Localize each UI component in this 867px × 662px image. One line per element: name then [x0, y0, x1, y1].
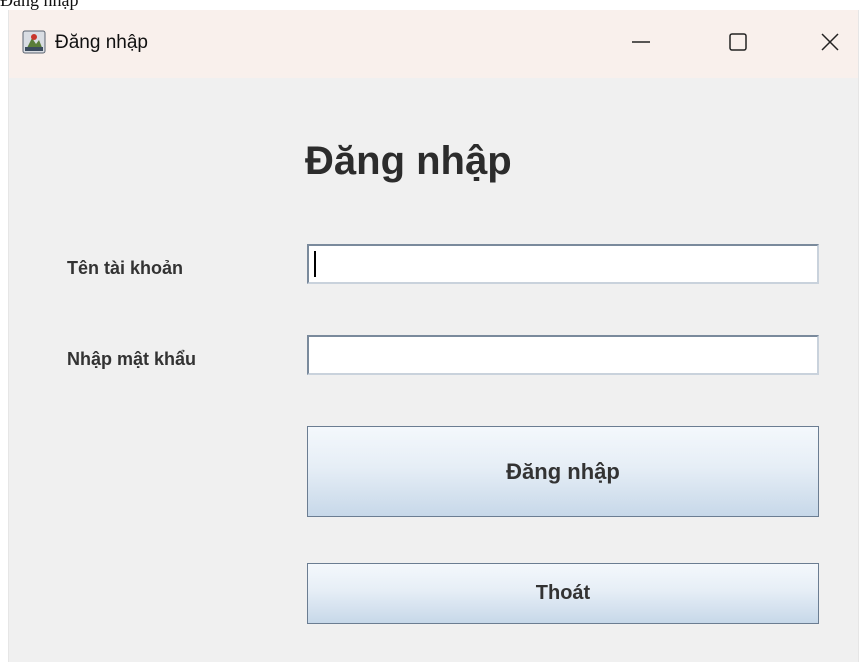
text-caret	[314, 251, 316, 277]
username-label: Tên tài khoản	[67, 258, 184, 278]
title-bar[interactable]: Đăng nhập	[9, 10, 858, 78]
password-input[interactable]	[307, 335, 819, 375]
partial-heading-text: Đăng nhập	[0, 0, 79, 10]
close-button[interactable]	[800, 10, 860, 78]
maximize-button[interactable]	[708, 10, 768, 78]
username-input[interactable]	[307, 244, 819, 284]
minimize-button[interactable]	[611, 10, 671, 78]
password-label: Nhập mật khẩu	[67, 349, 197, 369]
minimize-icon	[630, 31, 652, 58]
page-above-strip: Đăng nhập	[0, 0, 867, 10]
exit-button[interactable]: Thoát	[307, 563, 819, 624]
login-window: Đăng nhập Đăng nhập Tên tài khoản Nhập m…	[8, 10, 859, 662]
maximize-icon	[727, 31, 749, 58]
login-button[interactable]: Đăng nhập	[307, 426, 819, 517]
form-heading: Đăng nhập	[305, 139, 512, 183]
login-form: Đăng nhập Tên tài khoản Nhập mật khẩu Đă…	[9, 78, 858, 662]
close-icon	[819, 31, 841, 58]
java-app-icon	[22, 30, 46, 54]
window-title: Đăng nhập	[55, 32, 148, 53]
